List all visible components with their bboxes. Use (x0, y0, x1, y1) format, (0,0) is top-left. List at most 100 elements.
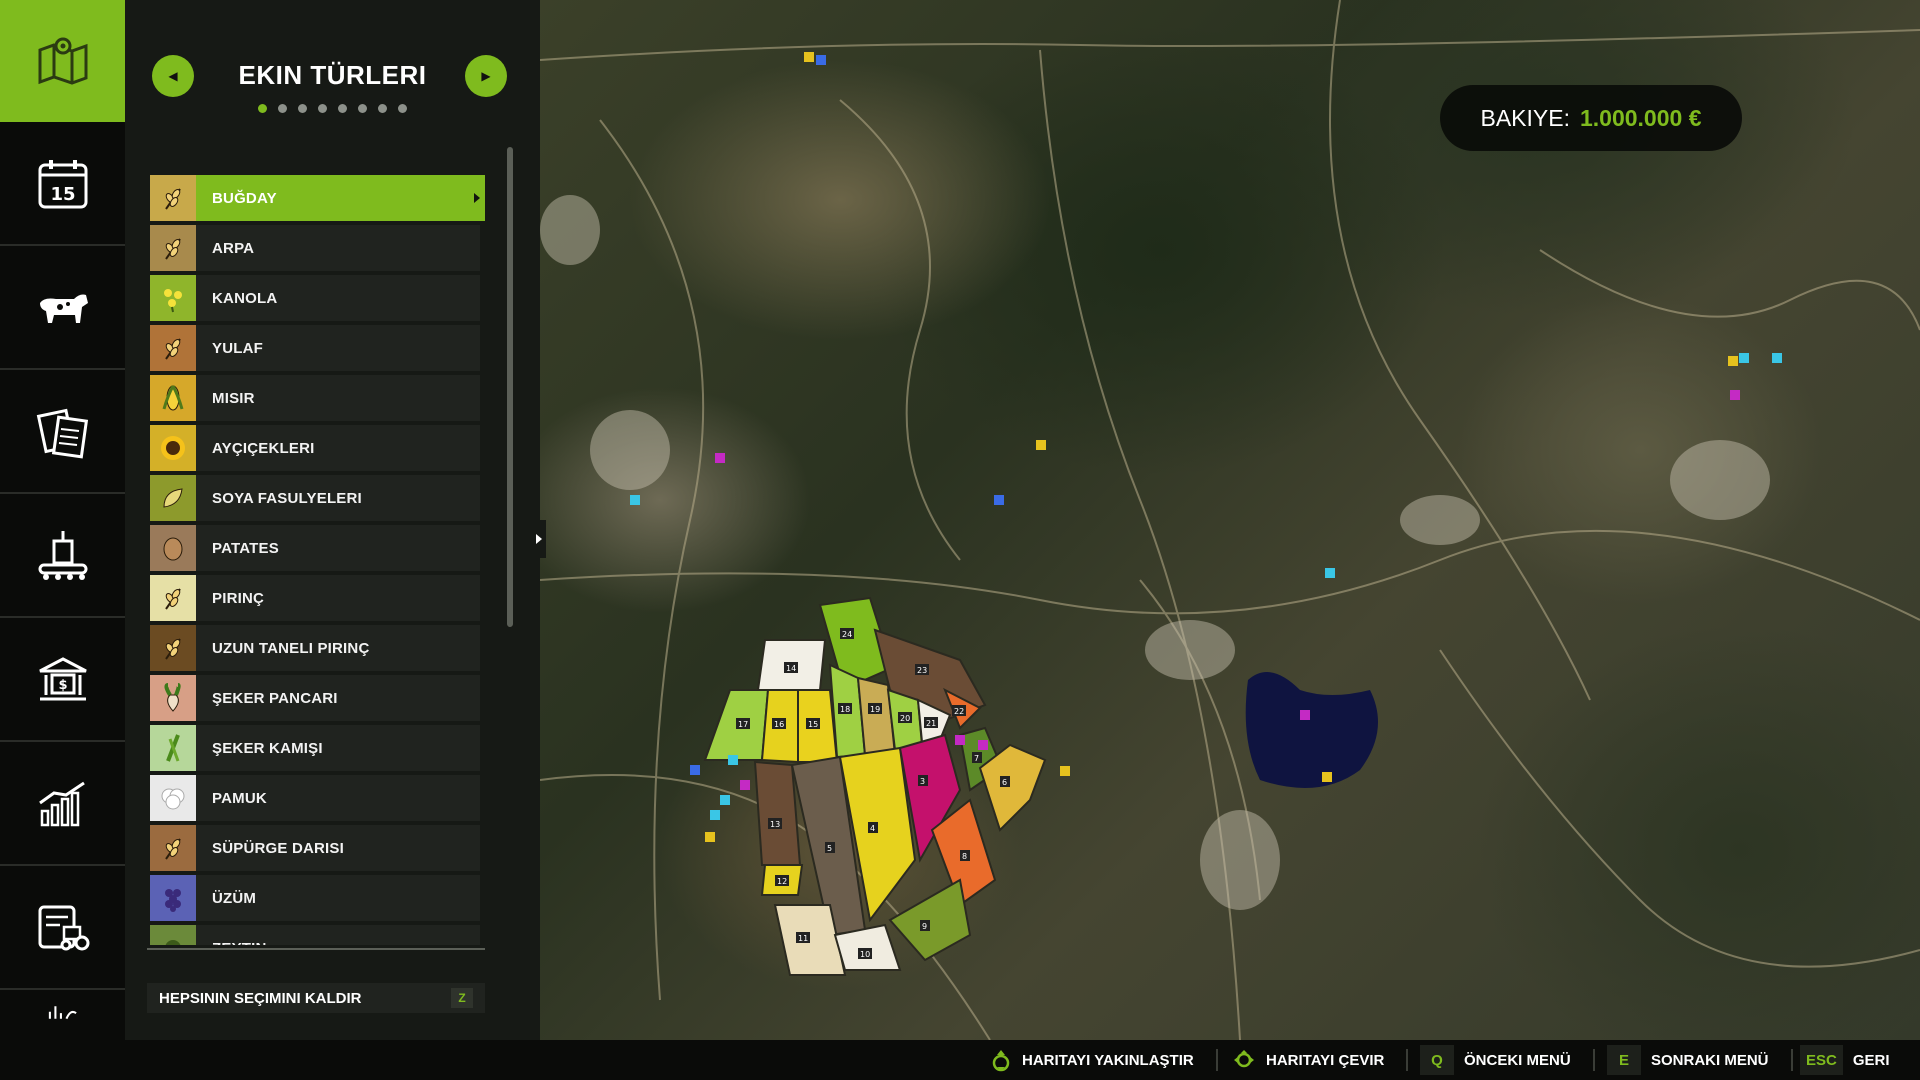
canola-icon (150, 275, 196, 321)
crop-label: ÜZÜM (212, 889, 257, 907)
hint-separator (1215, 1049, 1218, 1071)
hint-label: SONRAKI MENÜ (1651, 1051, 1769, 1069)
vehicle-shop-icon (38, 905, 89, 951)
page-dot[interactable] (258, 104, 267, 113)
potato-icon (150, 525, 196, 571)
list-scrollbar[interactable] (507, 147, 513, 627)
farm-fields (703, 596, 1047, 976)
chevron-right-icon (536, 534, 542, 544)
oat-icon (150, 325, 196, 371)
page-dot[interactable] (378, 104, 387, 113)
field-label: 3 (920, 777, 925, 786)
rail-calendar[interactable]: 15 (0, 124, 125, 246)
rail-bank[interactable]: $ (0, 620, 125, 742)
corn-icon (150, 375, 196, 421)
crop-label: YULAF (212, 339, 263, 357)
hint-label: ÖNCEKI MENÜ (1464, 1051, 1571, 1069)
lake (1245, 672, 1378, 788)
field-label: 24 (842, 630, 852, 639)
cotton-icon (150, 775, 196, 821)
chevron-right-icon: ▶ (481, 69, 491, 83)
crop-item-corn[interactable]: MISIR (150, 375, 480, 421)
hint-label: HARITAYI ÇEVIR (1266, 1051, 1385, 1069)
field-label: 8 (962, 852, 967, 861)
crop-item-long-grain-rice[interactable]: UZUN TANELI PIRINÇ (150, 625, 480, 671)
field-label: 6 (1002, 778, 1007, 787)
page-dot[interactable] (298, 104, 307, 113)
rail-map[interactable] (0, 0, 131, 122)
field-label: 18 (840, 705, 850, 714)
page-dot[interactable] (358, 104, 367, 113)
sorghum-icon (150, 825, 196, 871)
crop-item-sunflower[interactable]: AYÇIÇEKLERI (150, 425, 480, 471)
hint-back[interactable]: ESC GERI (1800, 1040, 1890, 1080)
rail-statistics[interactable] (0, 744, 125, 866)
rail-settings[interactable] (0, 992, 125, 1040)
crop-label: PIRINÇ (212, 589, 265, 607)
hint-next-menu[interactable]: E SONRAKI MENÜ (1607, 1040, 1793, 1080)
field-label: 12 (777, 877, 787, 886)
page-dot[interactable] (338, 104, 347, 113)
crop-item-sorghum[interactable]: SÜPÜRGE DARISI (150, 825, 480, 871)
gamepad-stick-icon (1234, 1050, 1254, 1068)
deselect-all-button[interactable]: HEPSININ SEÇIMINI KALDIR Z (147, 983, 485, 1013)
field-label: 5 (827, 844, 832, 853)
statistics-icon (38, 781, 85, 827)
next-page-button[interactable]: ▶ (465, 55, 507, 97)
crop-item-wheat[interactable]: BUĞDAY (150, 175, 485, 221)
crop-item-potato[interactable]: PATATES (150, 525, 480, 571)
field-label: 7 (974, 754, 979, 763)
rail-vehicles[interactable] (0, 868, 125, 990)
field-label: 22 (954, 707, 964, 716)
crop-item-cotton[interactable]: PAMUK (150, 775, 480, 821)
field-label: 4 (870, 824, 875, 833)
field-label: 23 (917, 666, 927, 675)
hint-separator (1790, 1049, 1793, 1071)
crop-item-sugar-beet[interactable]: ŞEKER PANCARI (150, 675, 480, 721)
balance-display: BAKIYE: 1.000.000 € (1440, 85, 1742, 151)
wheat-icon (150, 175, 196, 221)
collapse-panel-tab[interactable] (532, 520, 546, 558)
crop-label: ŞEKER KAMIŞI (212, 739, 323, 757)
svg-text:$: $ (58, 678, 67, 693)
crop-item-rice[interactable]: PIRINÇ (150, 575, 480, 621)
page-dot[interactable] (318, 104, 327, 113)
crop-item-grape[interactable]: ÜZÜM (150, 875, 480, 921)
calendar-icon: 15 (38, 160, 87, 209)
cow-icon (39, 294, 88, 323)
crop-item-oat[interactable]: YULAF (150, 325, 480, 371)
input-hints-bar: HARITAYI YAKINLAŞTIR HARITAYI ÇEVIR Q ÖN… (0, 1040, 1920, 1080)
hint-zoom-map[interactable]: HARITAYI YAKINLAŞTIR (990, 1040, 1218, 1080)
key-badge: Q (1420, 1045, 1454, 1075)
barley-icon (150, 225, 196, 271)
field-label: 11 (798, 934, 808, 943)
crop-item-sugarcane[interactable]: ŞEKER KAMIŞI (150, 725, 480, 771)
crop-label: PAMUK (212, 789, 267, 807)
page-indicator (125, 104, 540, 113)
hint-previous-menu[interactable]: Q ÖNCEKI MENÜ (1420, 1040, 1595, 1080)
grape-icon (150, 875, 196, 921)
crop-item-soybean[interactable]: SOYA FASULYELERI (150, 475, 480, 521)
settings-icon (48, 1006, 77, 1020)
field-label: 13 (770, 820, 780, 829)
crop-item-canola[interactable]: KANOLA (150, 275, 480, 321)
field-label: 19 (870, 705, 880, 714)
crop-panel: ◀ EKIN TÜRLERI ▶ BUĞDAY ARPA KANOLA YULAF MI… (125, 0, 540, 1040)
selected-arrow-icon (474, 193, 480, 203)
field-label: 14 (786, 664, 796, 673)
rail-production[interactable] (0, 496, 125, 618)
olive-icon (150, 925, 196, 945)
satellite-map[interactable]: 24 23 14 17 16 15 18 19 20 21 22 13 5 4 … (540, 0, 1920, 1040)
crop-item-barley[interactable]: ARPA (150, 225, 480, 271)
rail-animals[interactable] (0, 248, 125, 370)
crop-item-olive[interactable]: ZEYTIN (150, 925, 480, 945)
page-dot[interactable] (278, 104, 287, 113)
hint-rotate-map[interactable]: HARITAYI ÇEVIR (1232, 1040, 1409, 1080)
rail-contracts[interactable] (0, 372, 125, 494)
map-overlay: 24 23 14 17 16 15 18 19 20 21 22 13 5 4 … (540, 0, 1920, 1040)
key-badge: ESC (1800, 1045, 1843, 1075)
field-13[interactable] (753, 760, 802, 866)
balance-value: 1.000.000 € (1579, 104, 1702, 131)
page-dot[interactable] (398, 104, 407, 113)
crop-label: AYÇIÇEKLERI (212, 439, 315, 457)
